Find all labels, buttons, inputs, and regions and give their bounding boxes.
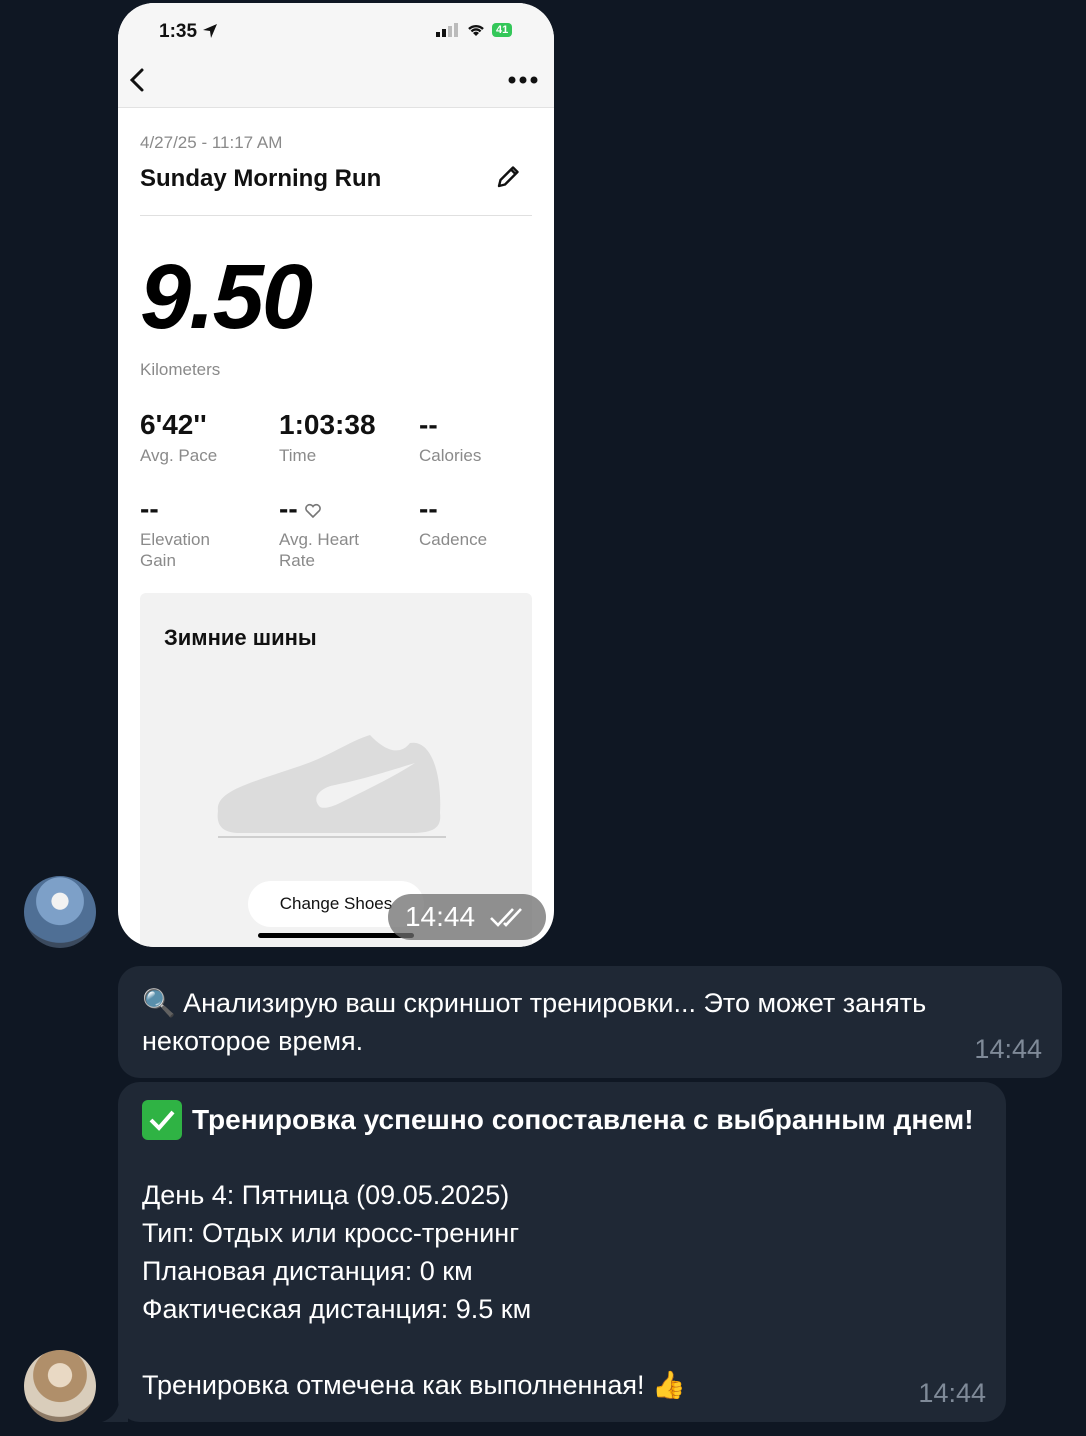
wifi-icon [468, 24, 484, 36]
message-bubble[interactable]: Тренировка успешно сопоставлена с выбран… [118, 1082, 1006, 1422]
stat-elevation-gain: -- Elevation Gain [140, 495, 240, 571]
message-text: 🔍 Анализирую ваш скриншот тренировки... … [142, 988, 934, 1056]
message-bubble[interactable]: 🔍 Анализирую ваш скриншот тренировки... … [118, 966, 1062, 1078]
stat-label: Avg. Heart Rate [279, 530, 360, 570]
distance-unit: Kilometers [140, 360, 221, 379]
headline-text: Тренировка успешно сопоставлена с выбран… [192, 1104, 974, 1135]
message-time: 14:44 [918, 1378, 986, 1408]
signal-icon [436, 23, 458, 37]
status-icons: 41 [436, 23, 513, 37]
stat-avg-heart-rate: -- Avg. Heart Rate [279, 495, 389, 571]
workout-date: 4/27/25 - 11:17 AM [140, 133, 283, 152]
more-dots-icon[interactable] [508, 75, 538, 85]
stat-value: -- [279, 493, 298, 524]
distance-value: 9.50 [140, 246, 313, 348]
stat-label: Elevation Gain [140, 530, 210, 570]
stat-time: 1:03:38 Time [279, 411, 409, 466]
pencil-icon[interactable] [494, 163, 522, 191]
status-time: 1:35 [159, 21, 198, 42]
check-mark-icon [142, 1100, 182, 1140]
bubble-tail [102, 1394, 128, 1422]
bot-avatar[interactable] [24, 1350, 96, 1422]
stat-value: -- [140, 493, 159, 524]
location-arrow-icon [203, 24, 217, 38]
stat-calories: -- Calories [419, 411, 549, 466]
message-text: День 4: Пятница (09.05.2025) Тип: Отдых … [142, 1180, 686, 1400]
phone-status-bar: 1:35 41 [118, 3, 554, 108]
double-check-icon [490, 908, 522, 927]
user-avatar[interactable] [24, 876, 96, 948]
chevron-left-icon[interactable] [126, 67, 148, 93]
image-timestamp: 14:44 [388, 894, 546, 940]
shoe-name: Зимние шины [164, 625, 317, 650]
message-headline: Тренировка успешно сопоставлена с выбран… [142, 1100, 974, 1140]
shoe-illustration [217, 735, 446, 838]
stat-value: 6'42'' [140, 409, 207, 440]
stat-label: Avg. Pace [140, 446, 218, 465]
workout-screenshot[interactable]: 1:35 41 4/27/25 - 11:17 AM Sunday Mornin… [118, 3, 554, 947]
stat-cadence: -- Cadence [419, 495, 549, 550]
divider [140, 215, 532, 216]
workout-title: Sunday Morning Run [140, 165, 382, 192]
stat-value: 1:03:38 [279, 409, 376, 440]
stat-label: Cadence [419, 530, 488, 549]
heart-icon [304, 503, 321, 518]
stat-value: -- [419, 409, 438, 440]
message-time: 14:44 [974, 1034, 1042, 1064]
stat-avg-pace: 6'42'' Avg. Pace [140, 411, 270, 466]
stat-label: Calories [419, 446, 482, 465]
stat-label: Time [279, 446, 317, 465]
battery-icon: 41 [492, 23, 513, 37]
home-indicator [258, 933, 414, 938]
stat-value: -- [419, 493, 438, 524]
message-time: 14:44 [404, 901, 476, 932]
